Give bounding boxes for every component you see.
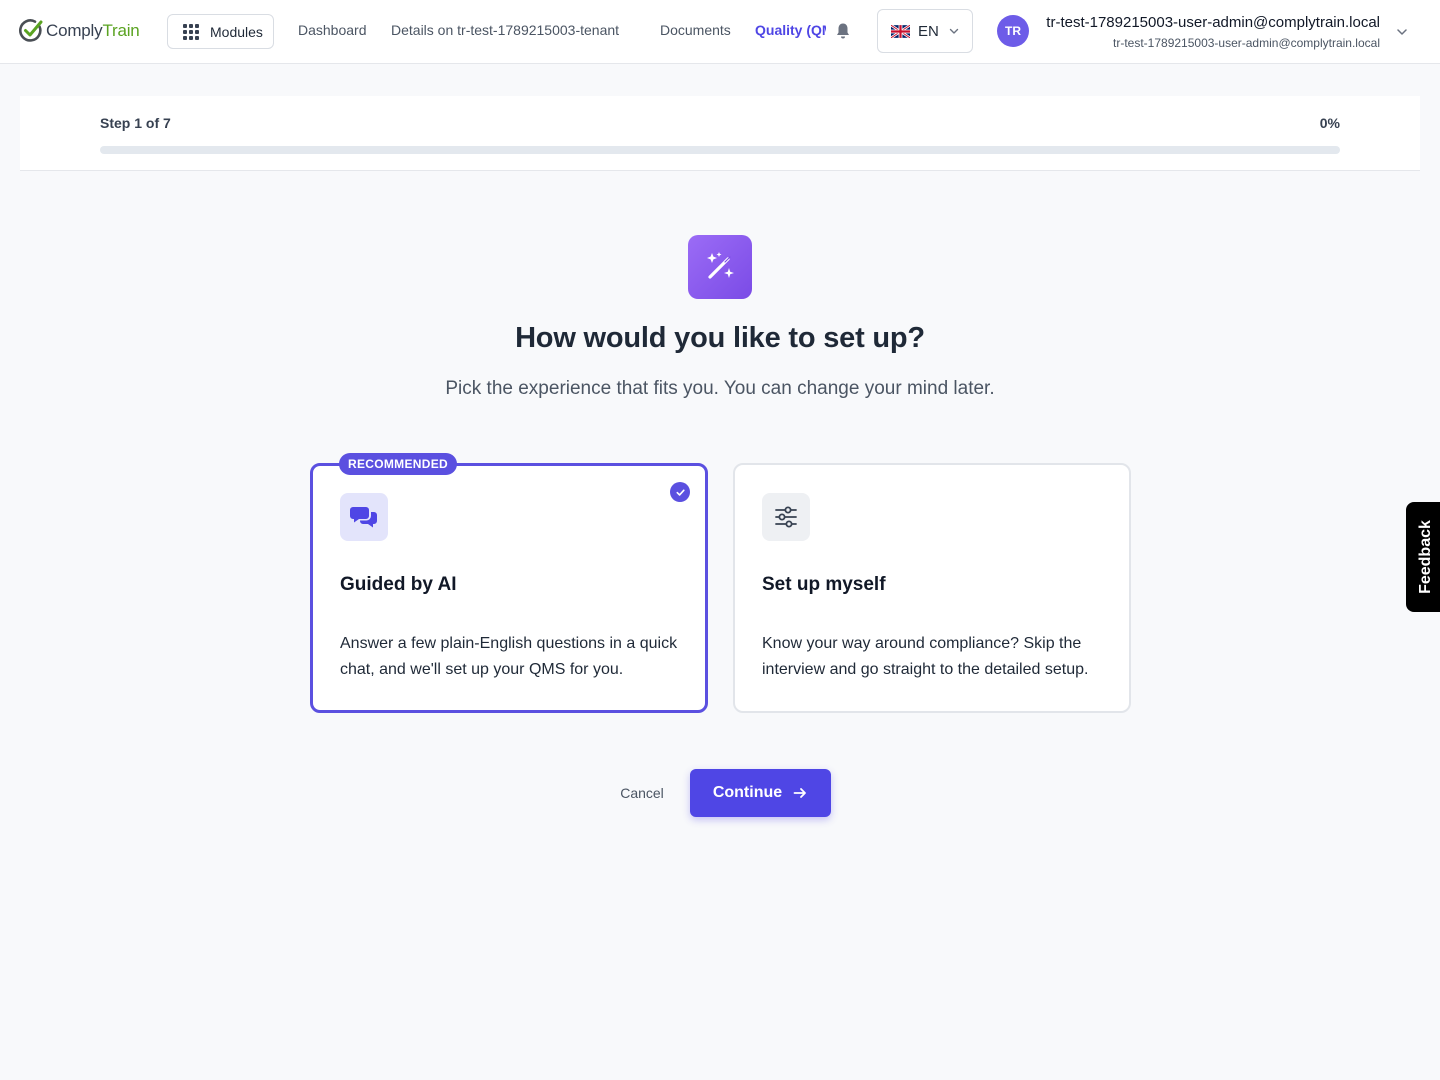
page-subtitle: Pick the experience that fits you. You c… (445, 378, 995, 399)
uk-flag-icon (891, 24, 910, 38)
page-title: How would you like to set up? (515, 322, 925, 354)
user-menu-chevron-icon[interactable] (1396, 26, 1408, 38)
chat-bubbles-icon (340, 493, 388, 541)
recommended-badge: RECOMMENDED (339, 453, 457, 475)
feedback-label: Feedback (1417, 520, 1434, 594)
top-navigation-bar: ComplyTrain Modules Dashboard Details on… (0, 0, 1440, 64)
feedback-tab[interactable]: Feedback (1406, 502, 1440, 612)
option-title-set-up-myself: Set up myself (762, 574, 886, 595)
language-code: EN (918, 22, 939, 40)
nav-tenant-details[interactable]: Details on tr-test-1789215003-tenant (391, 22, 619, 38)
logo-text-comply: Comply (46, 21, 103, 40)
option-description-guided-by-ai: Answer a few plain-English questions in … (340, 635, 678, 678)
logo-wordmark: ComplyTrain (46, 21, 140, 41)
logo-check-icon (19, 19, 43, 42)
selected-check-icon (670, 482, 690, 502)
nav-quality-clip: Quality (QMS) (755, 22, 826, 40)
continue-label: Continue (712, 784, 783, 801)
logo-text-train: Train (102, 21, 140, 40)
option-description-set-up-myself: Know your way around compliance? Skip th… (762, 635, 1089, 678)
user-name[interactable]: tr-test-1789215003-user-admin@complytrai… (1046, 14, 1380, 31)
continue-button[interactable]: Continue (690, 769, 831, 817)
wizard-progress: Step 1 of 7 0% (20, 96, 1420, 171)
sliders-icon (762, 493, 810, 541)
modules-label: Modules (210, 23, 263, 40)
nav-documents[interactable]: Documents (660, 22, 731, 38)
grid-icon (183, 23, 199, 40)
user-email: tr-test-1789215003-user-admin@complytrai… (1113, 36, 1380, 50)
cancel-button[interactable]: Cancel (612, 781, 672, 805)
language-selector[interactable]: EN (877, 9, 973, 53)
step-indicator: Step 1 of 7 (100, 115, 171, 131)
progress-percent: 0% (1319, 115, 1340, 131)
chevron-down-icon (949, 28, 959, 34)
complytrain-logo[interactable]: ComplyTrain (18, 17, 140, 45)
user-avatar[interactable]: TR (997, 15, 1029, 47)
bell-icon[interactable] (835, 22, 851, 40)
option-title-guided-by-ai: Guided by AI (340, 574, 457, 595)
modules-button[interactable]: Modules (167, 14, 274, 49)
arrow-right-icon (793, 788, 807, 798)
progress-bar (100, 146, 1340, 154)
nav-dashboard[interactable]: Dashboard (298, 22, 367, 38)
nav-quality-qms[interactable]: Quality (QMS) (755, 22, 826, 38)
magic-wand-icon (688, 235, 752, 299)
